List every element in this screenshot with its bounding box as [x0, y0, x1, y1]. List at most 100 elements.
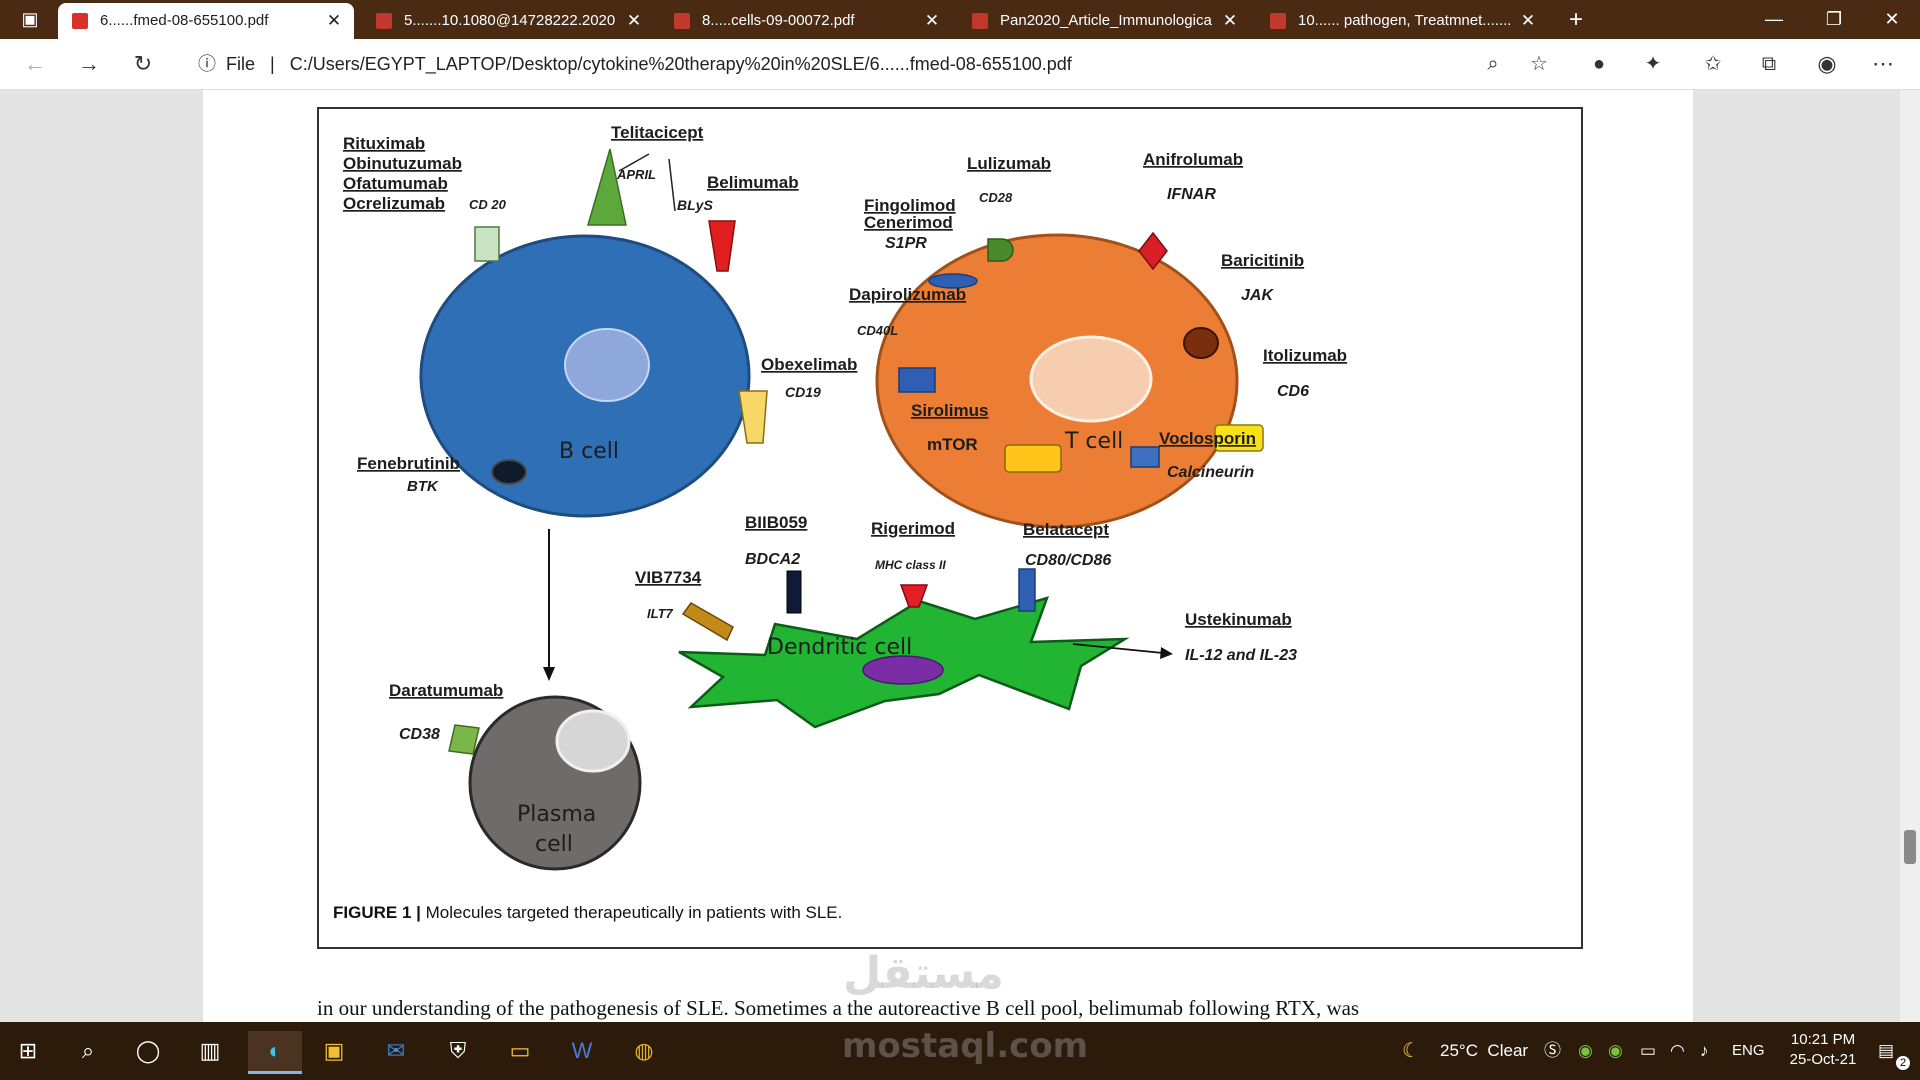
tab-pdf-5[interactable]: 10...... pathogen, Treatmnet....... ar ✕ [1256, 3, 1548, 39]
restore-icon[interactable]: ❐ [1804, 0, 1864, 39]
skype-icon[interactable]: Ⓢ [1544, 1022, 1561, 1080]
label-bdca2: BDCA2 [745, 551, 800, 568]
label-april: APRIL [616, 167, 656, 182]
back-icon[interactable]: ← [18, 47, 52, 81]
mail-icon[interactable]: ✉ [376, 1031, 416, 1071]
zoom-icon[interactable]: ⌕ [1476, 47, 1510, 81]
tab-pdf-1[interactable]: 6......fmed-08-655100.pdf ✕ [58, 3, 354, 39]
label-jak: JAK [1241, 287, 1274, 304]
label-cd38: CD38 [399, 726, 440, 743]
cd40l-receptor [898, 367, 936, 393]
plasma-cell-label-2: cell [535, 832, 573, 857]
vpn-globe-icon[interactable]: ● [1582, 47, 1616, 81]
address-field[interactable]: File | C:/Users/EGYPT_LAPTOP/Desktop/cyt… [226, 48, 1426, 80]
clock[interactable]: 10:21 PM 25-Oct-21 [1778, 1030, 1868, 1070]
label-dapirolizumab: Dapirolizumab [849, 285, 966, 304]
differentiation-arrowhead [543, 667, 555, 681]
clock-date: 25-Oct-21 [1789, 1051, 1857, 1068]
close-window-icon[interactable]: ✕ [1862, 0, 1920, 39]
edge-browser-icon[interactable]: ◐ [248, 1031, 302, 1074]
pdf-icon [376, 13, 392, 29]
tab-pdf-4[interactable]: Pan2020_Article_ImmunologicalF ✕ [958, 3, 1250, 39]
language-indicator[interactable]: ENG [1732, 1022, 1765, 1080]
close-tab-icon[interactable]: ✕ [922, 3, 942, 39]
tab-title: 6......fmed-08-655100.pdf [100, 12, 269, 29]
collections-icon[interactable]: ⧉ [1752, 47, 1786, 81]
nvidia-icon[interactable]: ◉ [1578, 1022, 1593, 1080]
figure-caption-label: FIGURE 1 | [333, 903, 421, 922]
cytokine-arrowhead [1160, 647, 1173, 659]
notifications-icon[interactable]: ▤ [1878, 1022, 1894, 1080]
watermark-arabic: مستقل [843, 948, 1004, 999]
info-icon[interactable]: ⓘ [190, 47, 224, 81]
label-ifnar: IFNAR [1167, 186, 1216, 203]
minimize-icon[interactable]: — [1744, 0, 1804, 39]
volume-icon[interactable]: ♪ [1700, 1022, 1709, 1080]
b-cell-label: B cell [559, 439, 619, 464]
store-icon[interactable]: ▣ [314, 1031, 354, 1071]
close-tab-icon[interactable]: ✕ [1518, 3, 1538, 39]
weather-moon-icon[interactable]: ☾ [1402, 1022, 1420, 1080]
label-il12-il23: IL-12 and IL-23 [1185, 647, 1297, 664]
label-daratumumab: Daratumumab [389, 681, 503, 700]
label-cd19: CD19 [785, 384, 821, 400]
security-shield-icon[interactable]: ⛨ [438, 1031, 478, 1071]
favorites-icon[interactable]: ✩ [1696, 47, 1730, 81]
dendritic-cell-nucleus [862, 655, 944, 685]
cd19-receptor [738, 390, 768, 444]
close-tab-icon[interactable]: ✕ [1220, 3, 1240, 39]
tab-actions-icon[interactable]: ▣ [10, 0, 50, 39]
extensions-icon[interactable]: ✦ [1636, 47, 1670, 81]
t-cell-nucleus [1029, 335, 1153, 423]
tab-title: 8.....cells-09-00072.pdf [702, 12, 855, 29]
label-rituximab: Rituximab [343, 134, 425, 153]
wifi-icon[interactable]: ◠ [1670, 1022, 1685, 1080]
label-s1pr: S1PR [885, 235, 927, 252]
nvidia-secondary-icon[interactable]: ◉ [1608, 1022, 1623, 1080]
scrollbar-thumb[interactable] [1904, 830, 1916, 864]
immunology-diagram: B cell Rituximab Obinutuzumab Ofatumumab… [343, 123, 1347, 871]
address-separator: | [270, 54, 275, 74]
word-icon[interactable]: W [562, 1031, 602, 1071]
label-fenebrutinib: Fenebrutinib [357, 454, 460, 473]
new-tab-icon[interactable]: + [1546, 0, 1606, 39]
profile-avatar-icon[interactable]: ◉ [1810, 47, 1844, 81]
figure-box: B cell Rituximab Obinutuzumab Ofatumumab… [317, 107, 1583, 949]
label-telitacicept: Telitacicept [611, 123, 704, 142]
close-tab-icon[interactable]: ✕ [624, 3, 644, 39]
bdca2-receptor [786, 570, 802, 614]
pdf-viewer[interactable]: B cell Rituximab Obinutuzumab Ofatumumab… [0, 90, 1920, 1022]
battery-icon[interactable]: ▭ [1640, 1022, 1656, 1080]
mtor-marker [1004, 444, 1062, 473]
favorite-add-icon[interactable]: ☆ [1522, 47, 1556, 81]
label-cd28: CD28 [979, 190, 1013, 205]
weather-text[interactable]: 25°C Clear [1440, 1022, 1528, 1080]
close-tab-icon[interactable]: ✕ [324, 3, 344, 39]
t-cell-label: T cell [1064, 429, 1123, 454]
notification-count: 2 [1896, 1056, 1910, 1070]
search-icon[interactable]: ⌕ [68, 1031, 108, 1071]
tab-title: Pan2020_Article_ImmunologicalF [1000, 12, 1212, 29]
telitacicept-triangle [587, 148, 627, 226]
forward-icon[interactable]: → [72, 47, 106, 81]
pdf-icon [1270, 13, 1286, 29]
pdf-page: B cell Rituximab Obinutuzumab Ofatumumab… [203, 90, 1693, 1022]
file-explorer-icon[interactable]: ▭ [500, 1031, 540, 1071]
body-text-line: in our understanding of the pathogenesis… [317, 996, 1360, 1020]
tab-pdf-2[interactable]: 5.......10.1080@14728222.2020.18 ✕ [362, 3, 654, 39]
task-view-icon[interactable]: ▥ [190, 1031, 230, 1071]
page-scrollbar[interactable] [1900, 90, 1920, 1022]
more-menu-icon[interactable]: ⋯ [1866, 47, 1900, 81]
refresh-icon[interactable]: ↻ [126, 47, 160, 81]
address-url: C:/Users/EGYPT_LAPTOP/Desktop/cytokine%2… [289, 54, 1072, 74]
label-ilt7: ILT7 [647, 606, 674, 621]
chrome-icon[interactable]: ◍ [624, 1031, 664, 1071]
label-btk: BTK [407, 478, 439, 495]
label-cd6: CD6 [1277, 383, 1309, 400]
start-windows-icon[interactable]: ⊞ [8, 1031, 48, 1071]
tab-title: 5.......10.1080@14728222.2020.18 [404, 12, 616, 29]
tab-pdf-3[interactable]: 8.....cells-09-00072.pdf ✕ [660, 3, 952, 39]
btk-marker [491, 459, 527, 485]
label-rigerimod: Rigerimod [871, 519, 955, 538]
cortana-circle-icon[interactable]: ◯ [128, 1031, 168, 1071]
